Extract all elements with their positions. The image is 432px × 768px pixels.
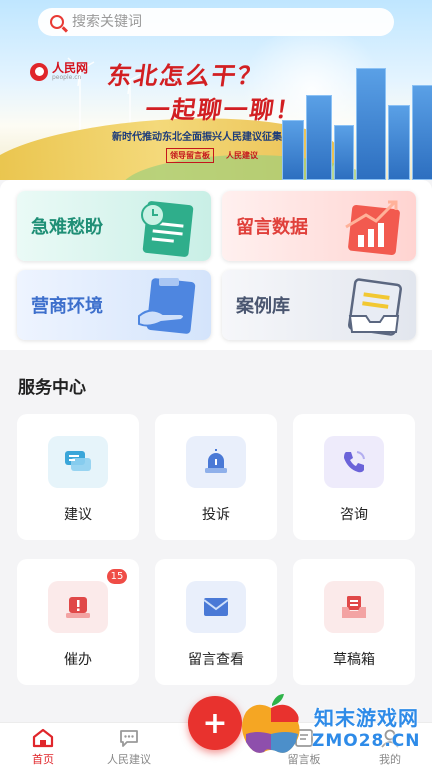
quick-entry-panel: 急难愁盼 留言数据 营商环境 案例库: [0, 180, 432, 350]
quick-card-business-env[interactable]: 营商环境: [17, 270, 211, 340]
people-logo: 人民网 people.cn: [30, 62, 88, 81]
people-logo-icon: [30, 62, 48, 81]
search-bar[interactable]: [38, 8, 394, 36]
service-label: 留言查看: [188, 652, 244, 668]
logo-text: 人民网: [52, 61, 89, 75]
nav-label: 我的: [379, 753, 401, 766]
urge-count-badge: 15: [106, 568, 128, 585]
home-icon: [31, 727, 55, 749]
clipboard-clock-icon: [141, 201, 194, 257]
watermark-apple-icon: [242, 694, 300, 753]
quick-card-case-library[interactable]: 案例库: [222, 270, 416, 340]
nav-label: 首页: [32, 753, 54, 766]
hero-banner[interactable]: 人民网 people.cn 东北怎么干？ 一起聊一聊！ 新时代推动东北全面振兴人…: [0, 0, 432, 180]
handshake-doc-icon: [138, 278, 196, 334]
logo-sub: people.cn: [52, 74, 82, 81]
chat-bubbles-icon: [48, 436, 108, 488]
quick-card-label: 急难愁盼: [31, 217, 103, 238]
alarm-light-icon: [186, 436, 246, 488]
nav-people-suggestion[interactable]: 人民建议: [89, 727, 169, 767]
watermark-url: ZMO28.CN: [312, 731, 421, 751]
draft-tray-icon: [324, 581, 384, 633]
service-drafts[interactable]: 草稿箱: [293, 559, 415, 685]
banner-sponsors: 领导留言板 人民建议: [166, 148, 258, 163]
phone-icon: [324, 436, 384, 488]
service-consult[interactable]: 咨询: [293, 414, 415, 540]
service-label: 草稿箱: [333, 652, 375, 668]
quick-card-message-data[interactable]: 留言数据: [222, 191, 416, 261]
service-label: 催办: [64, 652, 92, 668]
urge-alert-icon: [48, 581, 108, 633]
quick-card-urgent[interactable]: 急难愁盼: [17, 191, 211, 261]
chart-growth-icon: [345, 200, 400, 255]
nav-home[interactable]: 首页: [3, 727, 83, 767]
service-complaint[interactable]: 投诉: [155, 414, 277, 540]
banner-headline-2: 一起聊一聊！: [143, 95, 304, 124]
nav-label: 人民建议: [107, 753, 151, 766]
search-icon: [50, 15, 64, 29]
search-input[interactable]: [72, 14, 352, 30]
sponsor-message-board: 领导留言板: [166, 148, 214, 163]
service-label: 咨询: [340, 507, 368, 523]
service-view-messages[interactable]: 留言查看: [155, 559, 277, 685]
quick-card-label: 留言数据: [236, 217, 308, 238]
service-center-title: 服务中心: [18, 378, 86, 398]
service-suggest[interactable]: 建议: [17, 414, 139, 540]
quick-card-label: 案例库: [236, 296, 290, 317]
quick-card-label: 营商环境: [31, 296, 103, 317]
envelope-icon: [186, 581, 246, 633]
add-message-button[interactable]: +: [188, 696, 242, 750]
watermark-text: 知末游戏网: [314, 706, 419, 730]
service-label: 建议: [64, 507, 92, 523]
service-label: 投诉: [202, 507, 230, 523]
banner-subline: 新时代推动东北全面振兴人民建议征集: [112, 132, 282, 143]
sponsor-people-suggestion: 人民建议: [226, 151, 258, 160]
chat-icon: [117, 727, 141, 749]
banner-headline-1: 东北怎么干？: [105, 61, 266, 90]
archive-box-icon: [348, 278, 402, 336]
